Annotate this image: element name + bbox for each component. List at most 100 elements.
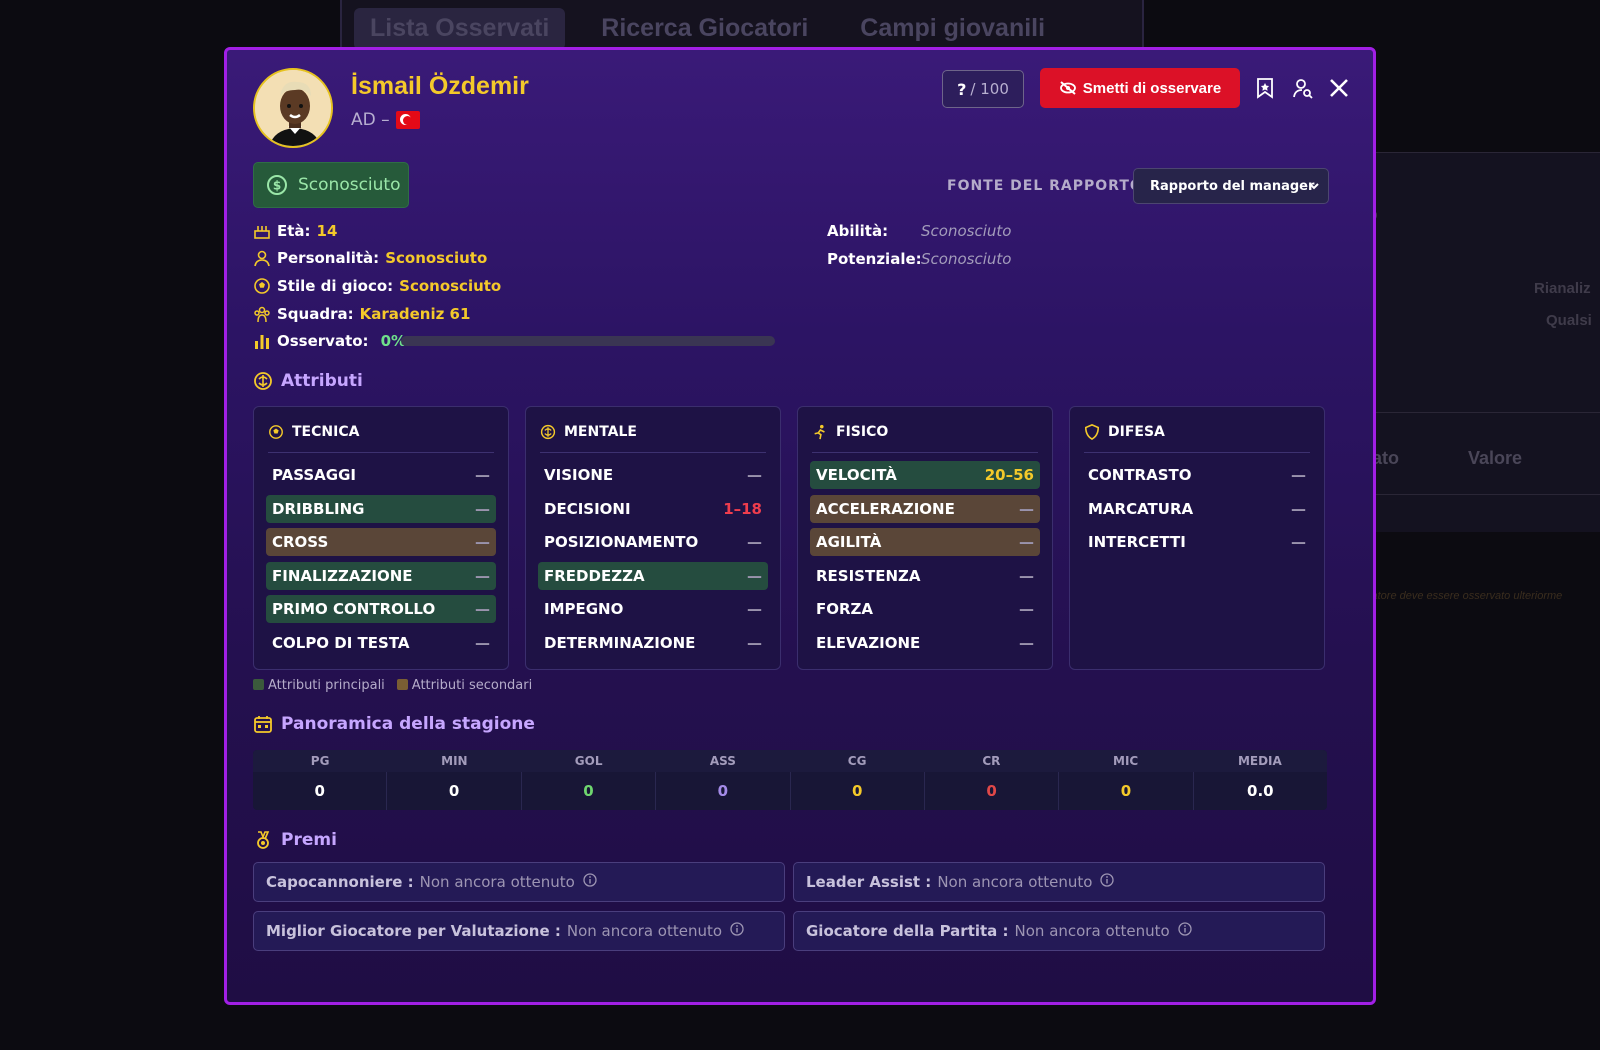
attribute-row[interactable]: ELEVAZIONE —: [810, 629, 1040, 657]
attribute-value: —: [747, 600, 762, 618]
attribute-group-header: TECNICA: [268, 423, 494, 453]
bar-chart-icon: [255, 335, 269, 349]
bookmark-star-icon[interactable]: [1251, 74, 1279, 102]
attribute-row[interactable]: ACCELERAZIONE —: [810, 494, 1040, 523]
attribute-row[interactable]: AGILITÀ —: [810, 528, 1040, 556]
player-name: İsmail Özdemir: [351, 72, 529, 100]
team-icon: [254, 306, 270, 323]
attribute-group-tecnica: TECNICA PASSAGGI — DRIBBLING — CROSS — FINALIZZ…: [253, 406, 509, 670]
season-stats-table: PG MIN GOL ASS CG CR MIC MEDIA 0 0 0 0 0 0 0 0.0: [253, 750, 1327, 810]
attribute-value: —: [1019, 600, 1034, 618]
attribute-label: DECISIONI: [544, 499, 631, 518]
award-item: Leader Assist : Non ancora ottenuto: [793, 862, 1325, 902]
user-search-icon[interactable]: [1289, 74, 1317, 102]
info-icon[interactable]: [1178, 922, 1192, 940]
attribute-row[interactable]: VELOCITÀ 20–56: [810, 461, 1040, 489]
bg-tab-campi-giovanili[interactable]: Campi giovanili: [844, 8, 1061, 50]
attribute-row[interactable]: VISIONE —: [538, 461, 768, 489]
season-section-title: Panoramica della stagione: [253, 714, 535, 734]
svg-text:$: $: [273, 179, 281, 193]
attribute-row[interactable]: DECISIONI 1–18: [538, 495, 768, 523]
team-label: Squadra:: [277, 305, 354, 323]
attribute-row[interactable]: PRIMO CONTROLLO —: [266, 595, 496, 623]
legend-primary: Attributi principali: [253, 678, 385, 693]
attribute-value: —: [1291, 499, 1306, 518]
attribute-label: RESISTENZA: [816, 566, 921, 585]
score-question: ?: [957, 79, 967, 99]
cake-icon: [254, 226, 270, 239]
attribute-label: FINALIZZAZIONE: [272, 566, 413, 585]
attribute-row[interactable]: FORZA —: [810, 595, 1040, 623]
bg-tab-lista-osservati[interactable]: Lista Osservati: [354, 8, 566, 50]
attribute-label: ELEVAZIONE: [816, 633, 921, 652]
close-icon[interactable]: [1325, 74, 1353, 102]
attribute-row[interactable]: CONTRASTO —: [1082, 461, 1312, 489]
attribute-row[interactable]: PASSAGGI —: [266, 461, 496, 489]
coin-icon: $: [267, 175, 287, 195]
attribute-row[interactable]: DRIBBLING —: [266, 494, 496, 523]
attribute-row[interactable]: FINALIZZAZIONE —: [266, 561, 496, 590]
brain-icon: [254, 372, 272, 390]
ability-value: Sconosciuto: [921, 222, 1012, 240]
award-status: Non ancora ottenuto: [566, 922, 723, 940]
info-team: Squadra: Karadeniz 61: [253, 305, 470, 323]
legend-primary-label: Attributi principali: [268, 678, 385, 693]
award-label: Giocatore della Partita :: [806, 922, 1009, 940]
attribute-group-difesa: DIFESA CONTRASTO — MARCATURA — INTERCETTI —: [1069, 406, 1325, 670]
attribute-label: POSIZIONAMENTO: [544, 533, 699, 551]
attribute-value: —: [475, 633, 490, 652]
background-panel: [1360, 152, 1600, 532]
stat-header-cg: CG: [847, 754, 867, 768]
legend-secondary-label: Attributi secondari: [411, 678, 533, 693]
soccer-ball-icon: [268, 424, 284, 440]
attribute-row[interactable]: FREDDEZZA —: [538, 561, 768, 590]
unwatch-button[interactable]: Smetti di osservare: [1040, 68, 1240, 108]
award-label: Capocannoniere :: [266, 873, 414, 891]
attribute-value: —: [1019, 533, 1034, 551]
score-badge: ? / 100: [942, 70, 1024, 108]
bg-fragment: Qualsi: [1546, 312, 1592, 329]
score-max: / 100: [970, 80, 1009, 98]
turkey-flag-icon: [395, 111, 420, 129]
attribute-label: VELOCITÀ: [816, 466, 897, 484]
award-status: Non ancora ottenuto: [1014, 922, 1170, 940]
award-item: Miglior Giocatore per Valutazione : Non a…: [253, 911, 785, 951]
calendar-icon: [254, 716, 272, 733]
attribute-label: FORZA: [816, 600, 874, 618]
stat-value-cg: 0: [791, 772, 925, 810]
report-source-select[interactable]: Rapporto del manager: [1133, 168, 1329, 204]
info-icon[interactable]: [583, 873, 597, 891]
attribute-row[interactable]: IMPEGNO —: [538, 595, 768, 623]
attribute-label: FREDDEZZA: [544, 566, 645, 585]
attribute-row[interactable]: POSIZIONAMENTO —: [538, 528, 768, 556]
attribute-row[interactable]: MARCATURA —: [1082, 495, 1312, 523]
season-stats-values: 0 0 0 0 0 0 0 0.0: [253, 772, 1327, 810]
awards-title: Premi: [281, 830, 337, 850]
info-icon[interactable]: [1100, 873, 1115, 891]
attribute-row[interactable]: COLPO DI TESTA —: [266, 629, 496, 657]
stat-header-pg: PG: [310, 754, 330, 768]
report-source-value: Rapporto del manager: [1150, 178, 1315, 194]
report-source-label: FONTE DEL RAPPORTO: [947, 178, 1143, 194]
bg-fragment: catore deve essere osservato ulteriorme: [1366, 590, 1563, 602]
age-label: Età:: [277, 222, 311, 240]
award-label: Leader Assist :: [806, 873, 932, 891]
player-value-text: Sconosciuto: [298, 175, 401, 195]
potential-row: Potenziale: Sconosciuto: [827, 250, 1011, 268]
attribute-value: —: [747, 533, 762, 551]
attribute-row[interactable]: RESISTENZA —: [810, 562, 1040, 590]
attribute-row[interactable]: DETERMINAZIONE —: [538, 629, 768, 657]
attribute-label: DETERMINAZIONE: [544, 633, 696, 652]
attribute-group-header: DIFESA: [1084, 423, 1310, 453]
stat-header-media: MEDIA: [1237, 754, 1282, 768]
attribute-value: —: [1019, 566, 1034, 585]
attribute-group-title: DIFESA: [1108, 423, 1165, 440]
attribute-row[interactable]: CROSS —: [266, 528, 496, 556]
info-icon[interactable]: [730, 922, 744, 940]
attribute-label: ACCELERAZIONE: [816, 499, 955, 518]
bg-tab-ricerca-giocatori[interactable]: Ricerca Giocatori: [585, 8, 824, 50]
award-item: Capocannoniere : Non ancora ottenuto: [253, 862, 785, 902]
attribute-row[interactable]: INTERCETTI —: [1082, 528, 1312, 556]
ability-label: Abilità:: [827, 222, 889, 240]
scouted-progress-bar: [401, 336, 775, 346]
